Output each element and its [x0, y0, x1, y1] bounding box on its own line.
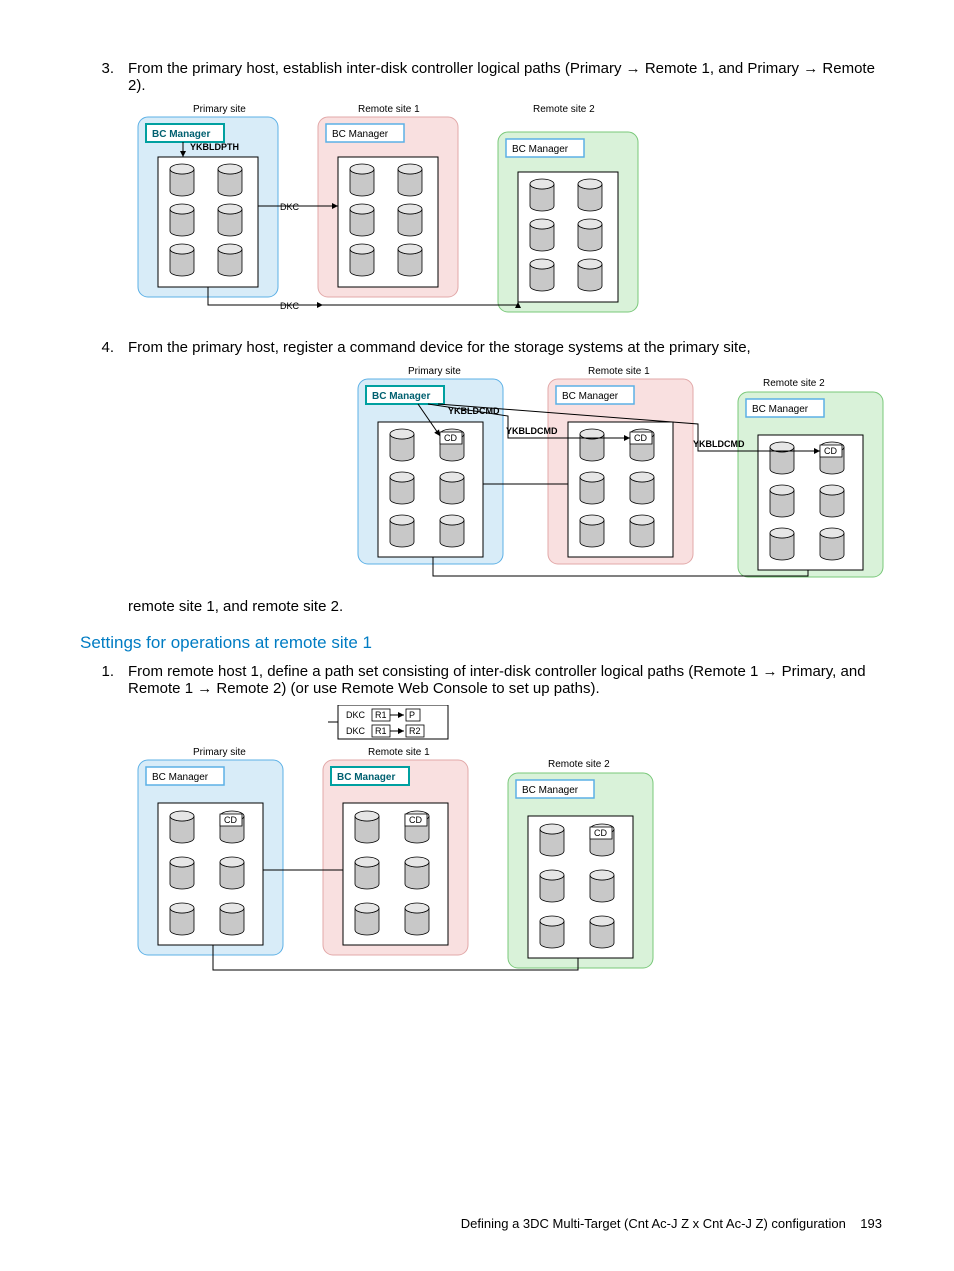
- step-num: 3.: [80, 60, 128, 331]
- dkc-label: DKC: [346, 710, 366, 720]
- section-heading: Settings for operations at remote site 1: [80, 633, 884, 653]
- ykbldcmd-label: YKBLDCMD: [693, 439, 745, 449]
- label-remote-site-1: Remote site 1: [368, 747, 430, 758]
- footer-text: Defining a 3DC Multi-Target (Cnt Ac-J Z …: [461, 1216, 846, 1231]
- label-remote-site-1: Remote site 1: [588, 366, 650, 377]
- r2-label: R2: [409, 726, 421, 736]
- bcm-label: BC Manager: [372, 391, 430, 402]
- label-remote-site-1: Remote site 1: [358, 104, 420, 115]
- dkc-label: DKC: [346, 726, 366, 736]
- diagram-1: Primary site Remote site 1 Remote site 2…: [128, 102, 884, 317]
- bcm-label: BC Manager: [512, 144, 569, 155]
- ykbldpth-label: YKBLDPTH: [190, 142, 239, 152]
- bcm-label: BC Manager: [332, 129, 389, 140]
- p-label: P: [409, 710, 415, 720]
- label-primary-site: Primary site: [193, 104, 246, 115]
- cd-label: CD: [409, 815, 422, 825]
- dkc-label: DKC: [280, 301, 300, 311]
- step-num: 4.: [80, 339, 128, 615]
- diagram-3: DKC R1 P DKC R1 R2 Primary site Remote s…: [128, 705, 884, 985]
- step-b1: 1. From remote host 1, define a path set…: [80, 663, 884, 999]
- diagram-2: Primary site Remote site 1 Remote site 2…: [348, 364, 888, 584]
- bcm-label: BC Manager: [752, 404, 809, 415]
- bcm-label: BC Manager: [522, 785, 579, 796]
- ykbldcmd-label: YKBLDCMD: [506, 426, 558, 436]
- cd-label: CD: [224, 815, 237, 825]
- bcm-label: BC Manager: [152, 772, 209, 783]
- dkc-label: DKC: [280, 202, 300, 212]
- cd-label: CD: [444, 433, 457, 443]
- cd-label: CD: [824, 446, 837, 456]
- r1-label: R1: [375, 726, 387, 736]
- bcm-label: BC Manager: [152, 129, 210, 140]
- step-4: 4. From the primary host, register a com…: [80, 339, 884, 615]
- cd-label: CD: [634, 433, 647, 443]
- label-primary-site: Primary site: [193, 747, 246, 758]
- page-footer: Defining a 3DC Multi-Target (Cnt Ac-J Z …: [461, 1216, 882, 1231]
- label-primary-site: Primary site: [408, 366, 461, 377]
- label-remote-site-2: Remote site 2: [763, 378, 825, 389]
- footer-page: 193: [860, 1216, 882, 1231]
- step-text: From the primary host, establish inter-d…: [128, 60, 884, 94]
- step-text: From remote host 1, define a path set co…: [128, 663, 884, 697]
- r1-label: R1: [375, 710, 387, 720]
- label-remote-site-2: Remote site 2: [533, 104, 595, 115]
- bcm-label: BC Manager: [337, 772, 395, 783]
- step-num: 1.: [80, 663, 128, 999]
- step-text: From the primary host, register a comman…: [128, 339, 888, 356]
- step-text-b: remote site 1, and remote site 2.: [128, 598, 888, 615]
- step-3: 3. From the primary host, establish inte…: [80, 60, 884, 331]
- label-remote-site-2: Remote site 2: [548, 759, 610, 770]
- bcm-label: BC Manager: [562, 391, 619, 402]
- cd-label: CD: [594, 828, 607, 838]
